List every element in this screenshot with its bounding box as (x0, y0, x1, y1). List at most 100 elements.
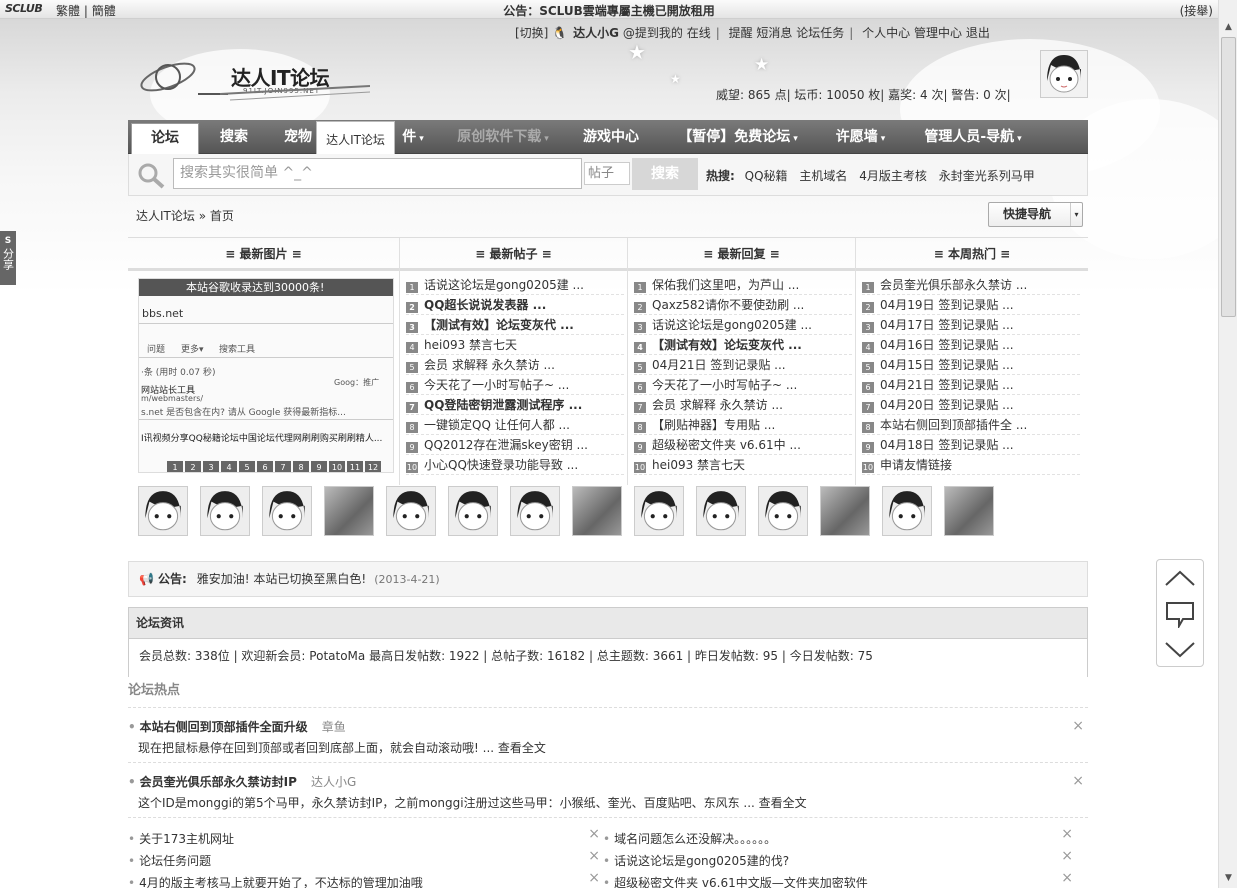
slide-page-button[interactable]: 7 (275, 461, 291, 472)
list-item[interactable]: 4 hei093 禁言七天 (406, 335, 624, 355)
nav-software[interactable]: 件 ▾ (393, 120, 433, 154)
list-item-title[interactable]: 04月18日 签到记录贴 ... (880, 438, 1014, 452)
list-item[interactable]: 8 本站右侧回到顶部插件全 ... (862, 415, 1080, 435)
slide-page-button[interactable]: 8 (293, 461, 309, 472)
member-avatar[interactable] (820, 486, 870, 536)
slide-page-button[interactable]: 4 (221, 461, 237, 472)
scroll-thumb[interactable] (1221, 37, 1236, 317)
nav-wish-wall[interactable]: 许愿墙 ▾ (823, 120, 898, 154)
sclub-logo[interactable]: SCLUB (5, 2, 43, 15)
list-item-title[interactable]: 04月15日 签到记录贴 ... (880, 358, 1014, 372)
nav-games[interactable]: 游戏中心 (571, 120, 651, 154)
mention-link[interactable]: @提到我的 (623, 26, 683, 40)
quick-nav-button[interactable]: 快捷导航 ▾ (988, 202, 1083, 227)
hot-link[interactable]: 话说这论坛是gong0205建的伐? (614, 854, 789, 868)
lang-traditional-link[interactable]: 繁體 (56, 4, 80, 18)
search-input[interactable]: 搜索其实很简单 ^_^ (173, 158, 582, 189)
logout-link[interactable]: 退出 (966, 26, 990, 40)
slide-page-button[interactable]: 2 (185, 461, 201, 472)
remind-link[interactable]: 提醒 (729, 26, 753, 40)
hot-link[interactable]: 关于173主机网址 (139, 832, 234, 846)
list-item[interactable]: 5 04月15日 签到记录贴 ... (862, 355, 1080, 375)
hot-link[interactable]: 超级秘密文件夹 v6.61中文版—文件夹加密软件 (614, 876, 868, 888)
list-item-title[interactable]: 04月21日 签到记录贴 ... (652, 358, 786, 372)
list-item-title[interactable]: 话说这论坛是gong0205建 ... (424, 278, 584, 292)
list-item[interactable]: 1 保佑我们这里吧，为芦山 ... (634, 275, 852, 295)
back-to-top-button[interactable] (1157, 560, 1203, 596)
list-item-title[interactable]: 【测试有效】论坛变灰代 ... (424, 318, 574, 332)
switch-link[interactable]: [切换] (515, 26, 548, 40)
list-item-title[interactable]: 本站右侧回到顶部插件全 ... (880, 418, 1027, 432)
online-link[interactable]: 在线 (687, 26, 711, 40)
list-item[interactable]: 8 一键锁定QQ 让任何人都 ... (406, 415, 624, 435)
member-avatar[interactable] (200, 486, 250, 536)
member-avatar[interactable] (324, 486, 374, 536)
breadcrumb-site[interactable]: 达人IT论坛 (136, 209, 195, 223)
user-avatar[interactable] (1040, 50, 1088, 98)
nav-search[interactable]: 搜索 (203, 120, 265, 154)
hot-search-link[interactable]: 永封奎光系列马甲 (939, 169, 1035, 183)
slide-page-button[interactable]: 11 (347, 461, 363, 472)
slide-page-button[interactable]: 3 (203, 461, 219, 472)
list-item[interactable]: 6 今天花了一小时写帖子~ ... (634, 375, 852, 395)
list-item[interactable]: 3 【测试有效】论坛变灰代 ... (406, 315, 624, 335)
member-avatar[interactable] (262, 486, 312, 536)
nav-original-downloads[interactable]: 原创软件下载 ▾ (443, 120, 563, 154)
member-avatar[interactable] (386, 486, 436, 536)
close-icon[interactable]: × (1061, 826, 1073, 842)
close-icon[interactable]: × (1061, 870, 1073, 886)
list-item-title[interactable]: QQ2012存在泄漏skey密钥 ... (424, 438, 588, 452)
list-item[interactable]: 2 QQ超长说说发表器 ... (406, 295, 624, 315)
top-notice-text[interactable]: 公告：SCLUB雲端專屬主機已開放租用 (503, 4, 715, 18)
list-item[interactable]: 10 hei093 禁言七天 (634, 455, 852, 475)
slide-page-button[interactable]: 12 (365, 461, 381, 472)
list-item-title[interactable]: 申请友情链接 (880, 458, 952, 472)
list-item-title[interactable]: 【测试有效】论坛变灰代 ... (652, 338, 802, 352)
slide-page-button[interactable]: 5 (239, 461, 255, 472)
scroll-up-arrow[interactable]: ▲ (1221, 20, 1236, 35)
hot-link[interactable]: 4月的版主考核马上就要开始了，不达标的管理加油哦 (139, 876, 423, 888)
close-icon[interactable]: × (588, 870, 600, 886)
featured-title-link[interactable]: 本站右侧回到顶部插件全面升级 (140, 720, 308, 734)
list-item[interactable]: 5 04月21日 签到记录贴 ... (634, 355, 852, 375)
list-item-title[interactable]: 会员奎光俱乐部永久禁访 ... (880, 278, 1027, 292)
scrollbar[interactable]: ▲ ▼ (1218, 0, 1237, 888)
list-item-title[interactable]: 今天花了一小时写帖子~ ... (424, 378, 569, 392)
reply-button[interactable] (1157, 596, 1203, 632)
back-to-bottom-button[interactable] (1157, 632, 1203, 668)
list-item[interactable]: 1 会员奎光俱乐部永久禁访 ... (862, 275, 1080, 295)
list-item[interactable]: 6 04月21日 签到记录贴 ... (862, 375, 1080, 395)
list-item[interactable]: 1 话说这论坛是gong0205建 ... (406, 275, 624, 295)
list-item[interactable]: 5 会员 求解释 永久禁访 ... (406, 355, 624, 375)
collapse-button[interactable]: (接舉) (1180, 2, 1213, 19)
nav-free-forum[interactable]: 【暂停】免费论坛 ▾ (668, 120, 808, 154)
list-item-title[interactable]: 04月21日 签到记录贴 ... (880, 378, 1014, 392)
lang-simplified-link[interactable]: 簡體 (92, 4, 116, 18)
pm-link[interactable]: 短消息 (756, 26, 792, 40)
list-item-title[interactable]: 保佑我们这里吧，为芦山 ... (652, 278, 799, 292)
list-item[interactable]: 8 【刷贴神器】专用贴 ... (634, 415, 852, 435)
member-avatar[interactable] (448, 486, 498, 536)
list-item-title[interactable]: 话说这论坛是gong0205建 ... (652, 318, 812, 332)
list-item-title[interactable]: 04月20日 签到记录贴 ... (880, 398, 1014, 412)
member-avatar[interactable] (758, 486, 808, 536)
username-link[interactable]: 达人小G (573, 26, 619, 40)
list-item-title[interactable]: QQ超长说说发表器 ... (424, 298, 546, 312)
site-logo[interactable]: 达人IT论坛 91IT.JOIN995.NET (138, 52, 373, 102)
list-item-title[interactable]: 超级秘密文件夹 v6.61中 ... (652, 438, 801, 452)
list-item[interactable]: 3 话说这论坛是gong0205建 ... (634, 315, 852, 335)
admin-link[interactable]: 管理中心 (914, 26, 962, 40)
list-item[interactable]: 7 QQ登陆密钥泄露测试程序 ... (406, 395, 624, 415)
close-icon[interactable]: × (1072, 718, 1084, 734)
share-sidebar-button[interactable]: S 分享 (0, 231, 16, 285)
list-item[interactable]: 10 申请友情链接 (862, 455, 1080, 475)
hot-link[interactable]: 论坛任务问题 (139, 854, 211, 868)
list-item[interactable]: 4 【测试有效】论坛变灰代 ... (634, 335, 852, 355)
hot-search-link[interactable]: 4月版主考核 (859, 169, 927, 183)
task-link[interactable]: 论坛任务 (796, 26, 844, 40)
member-avatar[interactable] (510, 486, 560, 536)
member-avatar[interactable] (696, 486, 746, 536)
list-item[interactable]: 4 04月16日 签到记录贴 ... (862, 335, 1080, 355)
list-item-title[interactable]: 04月17日 签到记录贴 ... (880, 318, 1014, 332)
featured-title-link[interactable]: 会员奎光俱乐部永久禁访封IP (140, 775, 297, 789)
